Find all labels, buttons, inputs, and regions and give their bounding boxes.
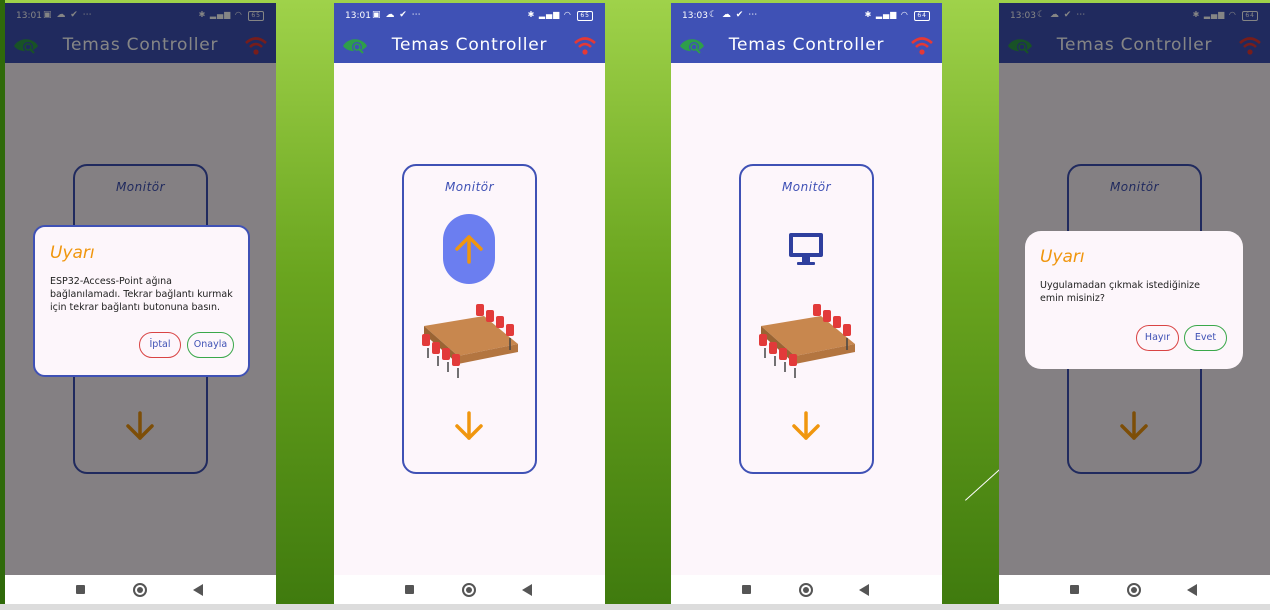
notification-icons: ▣ ☁ ✔ ⋯	[372, 10, 422, 20]
system-icons: ✱ ▂▄▆ ◠ 65	[528, 10, 593, 21]
monitor-icon[interactable]	[788, 232, 824, 266]
meeting-table-icon	[422, 304, 518, 378]
home-button[interactable]	[133, 583, 147, 597]
back-button[interactable]	[1187, 584, 1197, 596]
phone-screen-exit-confirm: 13:03 ☾ ☁ ✔ ⋯ ✱ ▂▄▆ ◠ 64 Temas Controlle…	[999, 3, 1270, 604]
recents-button[interactable]	[405, 585, 414, 594]
arrow-down-icon[interactable]	[790, 410, 822, 442]
recents-button[interactable]	[76, 585, 85, 594]
wifi-icon[interactable]	[910, 35, 934, 57]
battery-icon: 65	[577, 11, 593, 21]
device-card-monitor: Monitör	[739, 164, 874, 474]
dialog-message: ESP32-Access-Point ağına bağlanılamadı. …	[50, 276, 233, 313]
card-label: Monitör	[781, 180, 832, 194]
arrow-down-icon[interactable]	[453, 410, 485, 442]
back-button[interactable]	[522, 584, 532, 596]
cancel-button[interactable]: Hayır	[1136, 325, 1179, 351]
notification-icons: ☾ ☁ ✔ ⋯	[709, 10, 759, 20]
status-time: 13:01	[345, 11, 371, 21]
status-bar: 13:03 ☾ ☁ ✔ ⋯ ✱ ▂▄▆ ◠ 64	[671, 3, 942, 29]
app-title: Temas Controller	[391, 35, 548, 55]
system-icons: ✱ ▂▄▆ ◠ 64	[865, 10, 930, 21]
status-time: 13:03	[682, 11, 708, 21]
app-bar: Temas Controller	[334, 29, 605, 63]
dialog-message: Uygulamadan çıkmak istediğinize emin mis…	[1040, 280, 1201, 304]
card-label: Monitör	[444, 180, 495, 194]
main-content: Monitör	[671, 63, 942, 575]
system-nav-bar	[999, 575, 1270, 604]
dialog-title: Uyarı	[50, 243, 95, 263]
cancel-button[interactable]: İptal	[139, 332, 181, 358]
recents-button[interactable]	[742, 585, 751, 594]
system-nav-bar	[671, 575, 942, 604]
meeting-table-icon	[759, 304, 855, 378]
app-bar: Temas Controller	[671, 29, 942, 63]
confirm-button[interactable]: Onayla	[187, 332, 234, 358]
wifi-icon[interactable]	[573, 35, 597, 57]
back-button[interactable]	[859, 584, 869, 596]
home-button[interactable]	[799, 583, 813, 597]
back-button[interactable]	[193, 584, 203, 596]
arrow-up-icon	[455, 235, 483, 264]
raise-monitor-button[interactable]	[443, 214, 495, 284]
phone-screen-monitor-control: 13:01 ▣ ☁ ✔ ⋯ ✱ ▂▄▆ ◠ 65 Temas Controlle…	[334, 3, 605, 604]
status-bar: 13:01 ▣ ☁ ✔ ⋯ ✱ ▂▄▆ ◠ 65	[334, 3, 605, 29]
recents-button[interactable]	[1070, 585, 1079, 594]
background-line	[965, 467, 1002, 501]
warning-dialog: Uyarı ESP32-Access-Point ağına bağlanıla…	[33, 225, 250, 377]
battery-icon: 64	[914, 11, 930, 21]
phone-screen-monitor-state: 13:03 ☾ ☁ ✔ ⋯ ✱ ▂▄▆ ◠ 64 Temas Controlle…	[671, 3, 942, 604]
system-nav-bar	[334, 575, 605, 604]
bottom-strip	[0, 604, 1270, 610]
device-card-monitor: Monitör	[402, 164, 537, 474]
home-button[interactable]	[1127, 583, 1141, 597]
confirm-button[interactable]: Evet	[1184, 325, 1227, 351]
app-title: Temas Controller	[728, 35, 885, 55]
main-content: Monitör	[334, 63, 605, 575]
system-nav-bar	[5, 575, 276, 604]
home-button[interactable]	[462, 583, 476, 597]
exit-dialog: Uyarı Uygulamadan çıkmak istediğinize em…	[1025, 231, 1243, 369]
phone-screen-connection-error: 13:01 ▣ ☁ ✔ ⋯ ✱ ▂▄▆ ◠ 65 Temas Controlle…	[5, 3, 276, 604]
dialog-title: Uyarı	[1040, 247, 1085, 267]
